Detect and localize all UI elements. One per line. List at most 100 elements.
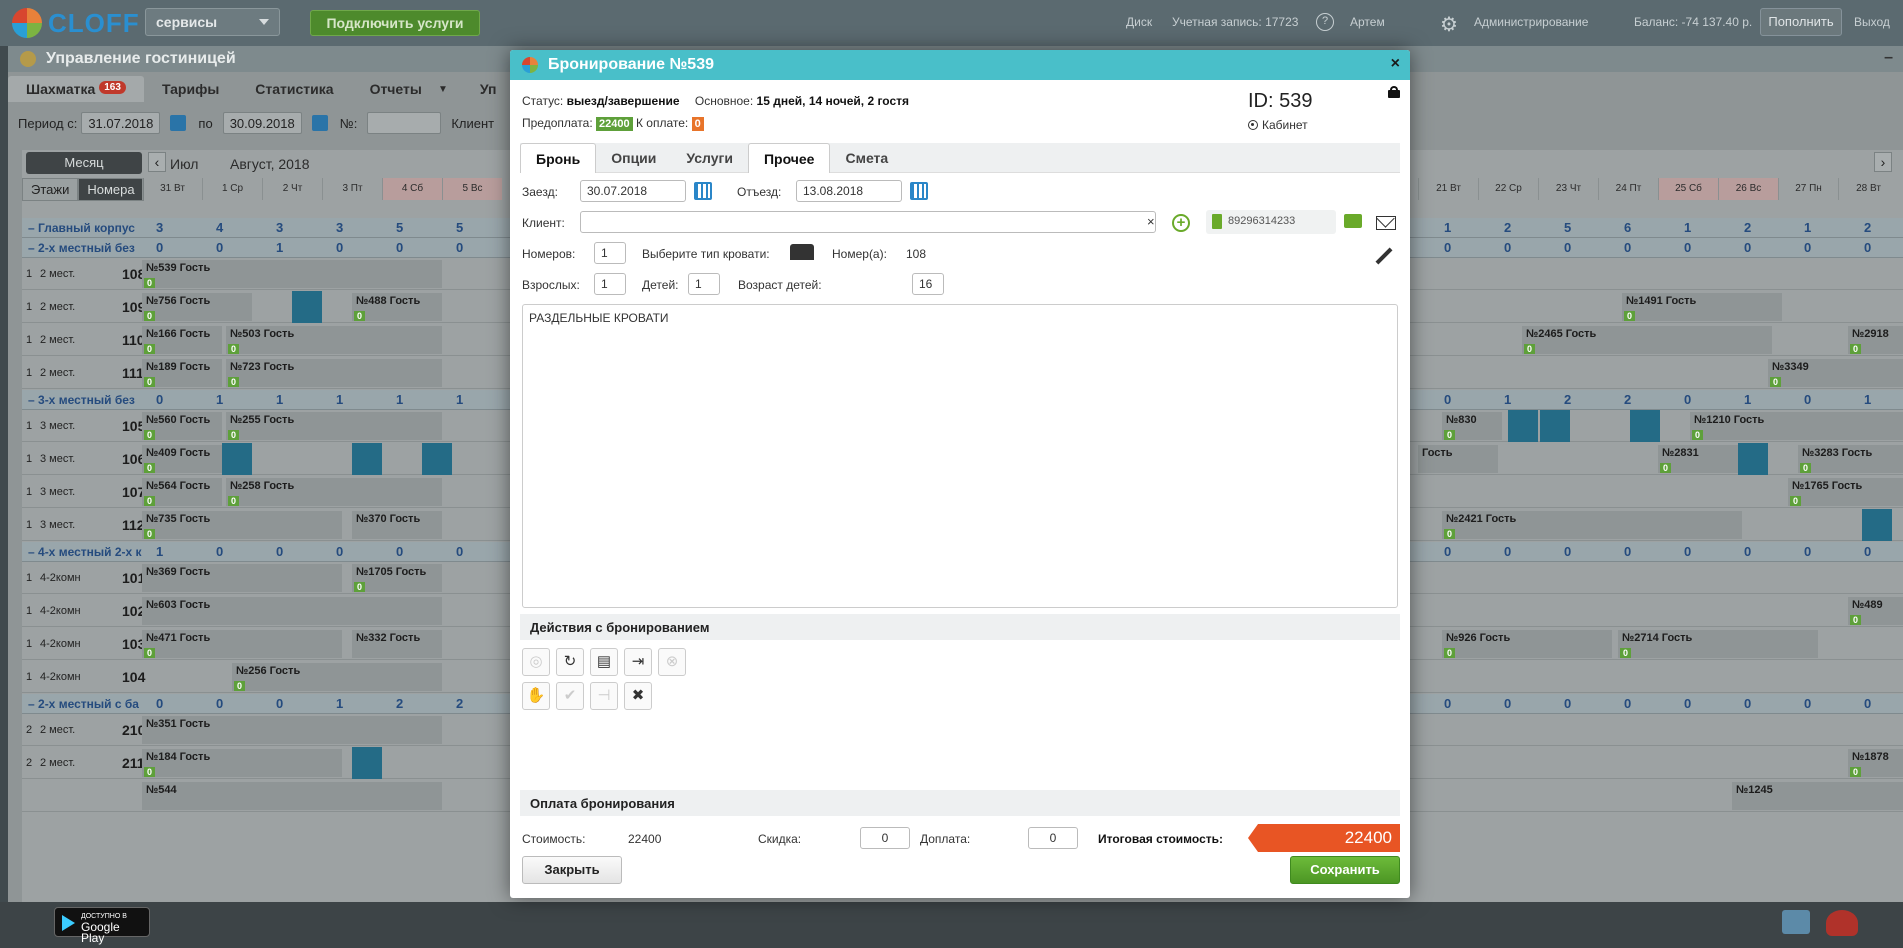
booking-block[interactable]: №539 Гость 0	[142, 260, 442, 288]
sms-icon[interactable]	[1344, 214, 1362, 228]
child-age-input[interactable]	[912, 273, 944, 295]
services-select[interactable]: сервисы	[145, 8, 280, 36]
topup-button[interactable]: Пополнить	[1760, 8, 1842, 36]
next-month-arrow-icon[interactable]: ›	[1874, 152, 1892, 172]
booking-block[interactable]: №166 Гость 0	[142, 326, 222, 354]
luggage-icon[interactable]	[422, 443, 452, 475]
luggage-icon[interactable]	[1738, 443, 1768, 475]
export-icon[interactable]: ⇥	[624, 648, 652, 676]
booking-block[interactable]: №723 Гость 0	[226, 359, 442, 387]
period-to-input[interactable]: 30.09.2018	[222, 112, 302, 134]
tab-options[interactable]: Опции	[596, 143, 671, 173]
booking-block[interactable]: №1210 Гость 0	[1690, 412, 1903, 440]
mail-icon[interactable]	[1376, 216, 1396, 230]
checkout-input[interactable]	[796, 180, 902, 202]
cabinet-option[interactable]: Кабинет	[1248, 118, 1308, 132]
close-button[interactable]: Закрыть	[522, 856, 622, 884]
booking-block[interactable]: №564 Гость 0	[142, 478, 222, 506]
booking-block[interactable]: №1878 0	[1848, 749, 1903, 777]
bed-icon[interactable]	[790, 244, 814, 260]
booking-block[interactable]: Гость	[1418, 445, 1498, 473]
check-icon[interactable]: ✔	[556, 682, 584, 710]
prepay-icon[interactable]: ◎	[522, 648, 550, 676]
calendar-icon[interactable]	[311, 115, 328, 131]
client-input[interactable]	[580, 211, 1156, 233]
luggage-icon[interactable]	[1508, 410, 1538, 442]
rooms-count-input[interactable]	[594, 242, 626, 264]
luggage-icon[interactable]	[352, 747, 382, 779]
booking-block[interactable]: №370 Гость	[352, 511, 442, 539]
handshake-icon[interactable]: ✋	[522, 682, 550, 710]
tab-other[interactable]: Прочее	[747, 143, 831, 173]
booking-block[interactable]: №471 Гость 0	[142, 630, 342, 658]
month-button[interactable]: Месяц	[26, 152, 142, 174]
booking-block[interactable]: №488 Гость 0	[352, 293, 442, 321]
booking-block[interactable]: №369 Гость	[142, 564, 342, 592]
logo[interactable]: CLOFF	[12, 8, 142, 39]
booking-block[interactable]: №256 Гость 0	[232, 663, 442, 691]
luggage-icon[interactable]	[1540, 410, 1570, 442]
booking-block[interactable]: №258 Гость 0	[226, 478, 442, 506]
refresh-icon[interactable]: ↻	[556, 648, 584, 676]
save-button[interactable]: Сохранить	[1290, 856, 1400, 884]
help-icon[interactable]: ?	[1316, 13, 1334, 31]
tab-booking[interactable]: Бронь	[520, 143, 597, 173]
view-floors-tab[interactable]: Этажи	[22, 178, 79, 201]
document-icon[interactable]: ▤	[590, 648, 618, 676]
minimize-icon[interactable]: –	[1884, 49, 1893, 67]
tab-services[interactable]: Услуги	[671, 143, 748, 173]
booking-block[interactable]: №3349 0	[1768, 359, 1903, 387]
connect-services-button[interactable]: Подключить услуги	[310, 10, 480, 36]
booking-block[interactable]: №332 Гость	[352, 630, 442, 658]
luggage-icon[interactable]	[292, 291, 322, 323]
add-client-icon[interactable]: +	[1172, 214, 1190, 232]
split-icon[interactable]: ⊣	[590, 682, 618, 710]
booking-block[interactable]: №560 Гость 0	[142, 412, 222, 440]
user-name-link[interactable]: Артем	[1350, 15, 1385, 29]
notes-textarea[interactable]: РАЗДЕЛЬНЫЕ КРОВАТИ	[522, 304, 1398, 608]
period-from-input[interactable]: 31.07.2018	[81, 112, 161, 134]
view-rooms-tab[interactable]: Номера	[78, 178, 144, 201]
admin-link[interactable]: Администрирование	[1474, 15, 1588, 29]
google-play-badge[interactable]: ДОСТУПНО В Google Play	[54, 907, 150, 944]
booking-block[interactable]: №409 Гость 0	[142, 445, 222, 473]
phone-icon[interactable]	[1826, 910, 1858, 936]
booking-block[interactable]: №1491 Гость 0	[1622, 293, 1782, 321]
adults-input[interactable]	[594, 273, 626, 295]
booking-block[interactable]: №1245	[1732, 782, 1903, 810]
pencil-icon[interactable]	[1375, 247, 1393, 265]
booking-block[interactable]: №1705 Гость 0	[352, 564, 442, 592]
luggage-icon[interactable]	[1862, 509, 1892, 541]
disk-link[interactable]: Диск	[1126, 15, 1152, 29]
booking-block[interactable]: №756 Гость 0	[142, 293, 252, 321]
luggage-icon[interactable]	[222, 443, 252, 475]
tab-reports[interactable]: Отчеты ▼	[352, 76, 462, 102]
tab-management[interactable]: Уп	[462, 76, 515, 102]
booking-block[interactable]: №489 0	[1848, 597, 1903, 625]
booking-block[interactable]: №1765 Гость 0	[1788, 478, 1903, 506]
number-input[interactable]	[367, 112, 442, 134]
prev-month-arrow-icon[interactable]: ‹	[148, 152, 166, 172]
booking-block[interactable]: №830 0	[1442, 412, 1502, 440]
tab-statistics[interactable]: Статистика	[237, 76, 351, 102]
booking-block[interactable]: №2421 Гость 0	[1442, 511, 1742, 539]
tab-tariffs[interactable]: Тарифы	[144, 76, 237, 102]
calendar-icon[interactable]	[170, 115, 187, 131]
cancel-icon[interactable]: ⊗	[658, 648, 686, 676]
surcharge-input[interactable]	[1028, 827, 1078, 849]
luggage-icon[interactable]	[352, 443, 382, 475]
gear-icon[interactable]: ⚙	[1440, 12, 1458, 37]
discount-input[interactable]	[860, 827, 910, 849]
chat-icon[interactable]	[1782, 910, 1810, 934]
luggage-icon[interactable]	[1630, 410, 1660, 442]
booking-block[interactable]: №603 Гость	[142, 597, 442, 625]
booking-block[interactable]: №544	[142, 782, 442, 810]
booking-block[interactable]: №3283 Гость 0	[1798, 445, 1903, 473]
booking-block[interactable]: №351 Гость	[142, 716, 442, 744]
booking-block[interactable]: №503 Гость 0	[226, 326, 442, 354]
clear-icon[interactable]: ×	[1147, 214, 1155, 229]
booking-block[interactable]: №2831 0	[1658, 445, 1738, 473]
logout-link[interactable]: Выход	[1854, 15, 1890, 29]
calendar-icon[interactable]	[910, 182, 928, 200]
booking-block[interactable]: №926 Гость 0	[1442, 630, 1612, 658]
